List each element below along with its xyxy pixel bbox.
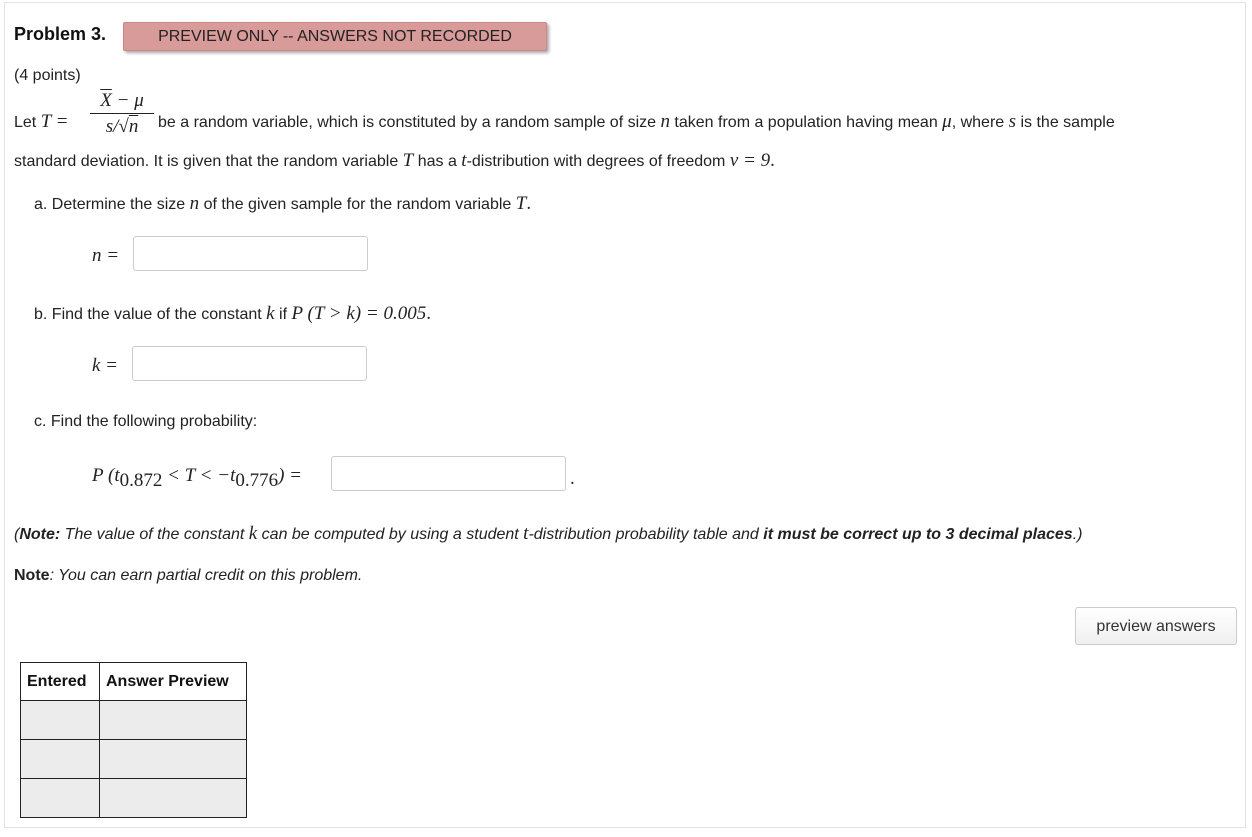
answer-preview-cell [99,778,247,818]
part-a-label: n = [92,245,120,266]
part-c-answer-input[interactable] [331,456,566,491]
part-b-answer-input[interactable] [132,346,367,381]
part-a-answer-input[interactable] [133,236,368,271]
header-entered: Entered [20,662,100,701]
entered-cell [20,778,100,818]
table-row [20,739,247,779]
part-c-question: c. Find the following probability: [34,413,258,430]
statement-let: Let T = [14,111,69,132]
t-statistic-fraction: X − μ s/√n [90,90,154,138]
problem-title: Problem 3. [14,24,107,44]
answer-preview-cell [99,700,247,740]
part-c-period: . [570,468,575,489]
part-b-question: b. Find the value of the constant k if P… [34,303,431,324]
table-row [20,700,247,740]
statement-line-1: be a random variable, which is constitut… [158,111,1115,132]
preview-only-badge: PREVIEW ONLY -- ANSWERS NOT RECORDED [123,22,547,51]
statement-line-2: standard deviation. It is given that the… [14,150,775,171]
entered-cell [20,739,100,779]
entered-cell [20,700,100,740]
header-answer-preview: Answer Preview [99,662,247,701]
note-partial-credit: Note: You can earn partial credit on thi… [14,567,363,584]
problem-points: (4 points) [14,67,81,84]
table-row [20,778,247,818]
part-b-label: k = [92,355,119,376]
answer-preview-cell [99,739,247,779]
answers-table: Entered Answer Preview [20,662,247,818]
preview-answers-button[interactable]: preview answers [1075,607,1237,645]
note-decimal-places: (Note: The value of the constant k can b… [14,523,1083,544]
part-a-question: a. Determine the size n of the given sam… [34,193,532,214]
answers-table-header: Entered Answer Preview [20,662,247,701]
part-c-probability-expression: P (t0.872 < T < −t0.776) = [92,465,302,491]
